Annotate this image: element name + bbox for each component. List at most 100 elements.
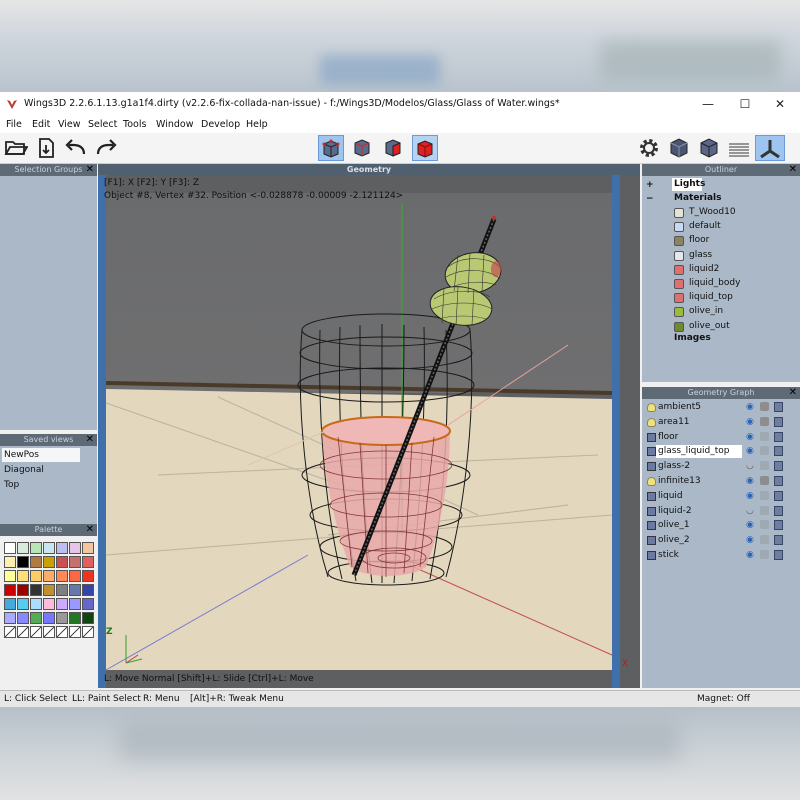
saved-view-item[interactable]: Diagonal <box>4 465 44 475</box>
lock-icon[interactable] <box>760 476 769 485</box>
eye-icon[interactable]: ◉ <box>746 491 754 501</box>
palette-swatch[interactable] <box>69 626 81 638</box>
save-document-icon[interactable] <box>34 136 58 160</box>
palette-swatch[interactable] <box>56 542 68 554</box>
menu-view[interactable]: View <box>58 119 81 130</box>
hidden-eye-icon[interactable]: ◡ <box>746 461 754 471</box>
lock-icon[interactable] <box>760 520 769 530</box>
palette-swatch[interactable] <box>17 570 29 582</box>
wire-cube-icon[interactable] <box>774 520 783 531</box>
wire-cube-icon[interactable] <box>774 402 783 412</box>
palette-swatch[interactable] <box>43 584 55 596</box>
palette-swatch[interactable] <box>56 598 68 610</box>
palette-swatch[interactable] <box>82 542 94 554</box>
palette-swatch[interactable] <box>17 542 29 554</box>
eye-icon[interactable]: ◉ <box>746 535 754 545</box>
palette-swatch[interactable] <box>43 570 55 582</box>
wire-cube-icon[interactable] <box>774 550 783 560</box>
menu-select[interactable]: Select <box>88 119 117 130</box>
material-item[interactable]: T_Wood10 <box>689 207 736 217</box>
palette-swatch[interactable] <box>30 556 42 568</box>
palette-swatch[interactable] <box>17 584 29 596</box>
outliner-materials[interactable]: Materials <box>674 193 721 203</box>
wire-cube-icon[interactable] <box>774 416 783 427</box>
geometry-graph-row[interactable]: glass-2 ◡ <box>642 459 800 474</box>
eye-icon[interactable]: ◉ <box>746 476 754 486</box>
lock-icon[interactable] <box>760 505 769 515</box>
close-icon[interactable]: ✕ <box>789 164 797 176</box>
palette-swatch[interactable] <box>17 556 29 568</box>
menu-tools[interactable]: Tools <box>123 119 146 130</box>
geometry-graph-row[interactable]: ambient5 ◉ <box>642 400 800 415</box>
palette-swatch[interactable] <box>4 542 16 554</box>
geometry-graph-row[interactable]: liquid ◉ <box>642 489 800 504</box>
geometry-graph-row[interactable]: glass_liquid_top ◉ <box>642 444 800 459</box>
palette-swatch[interactable] <box>4 626 16 638</box>
palette-swatch[interactable] <box>82 570 94 582</box>
expand-lights-icon[interactable]: + <box>646 180 654 190</box>
close-icon[interactable]: ✕ <box>86 164 94 176</box>
edge-mode-cube-icon[interactable] <box>350 136 374 160</box>
palette-swatch[interactable] <box>82 556 94 568</box>
wire-cube-icon[interactable] <box>774 505 783 516</box>
palette-swatch[interactable] <box>69 612 81 624</box>
material-item[interactable]: liquid2 <box>689 264 719 274</box>
palette-swatch[interactable] <box>82 584 94 596</box>
lock-icon[interactable] <box>760 402 769 411</box>
palette-swatch[interactable] <box>30 542 42 554</box>
menu-file[interactable]: File <box>6 119 22 130</box>
undo-icon[interactable] <box>64 136 88 160</box>
ground-plane-icon[interactable] <box>727 136 751 160</box>
material-item[interactable]: olive_out <box>689 321 730 331</box>
wire-cube-icon[interactable] <box>774 431 783 442</box>
scene-canvas[interactable] <box>98 175 640 688</box>
palette-swatch[interactable] <box>82 612 94 624</box>
eye-icon[interactable]: ◉ <box>746 432 754 442</box>
geometry-graph-row[interactable]: infinite13 ◉ <box>642 474 800 489</box>
wire-cube-icon[interactable] <box>774 446 783 457</box>
wire-cube-icon[interactable] <box>774 461 783 472</box>
lock-icon[interactable] <box>760 535 769 545</box>
minimize-button[interactable]: — <box>696 96 720 112</box>
wire-cube-icon[interactable] <box>774 476 783 486</box>
palette-swatch[interactable] <box>4 612 16 624</box>
gear-icon[interactable] <box>637 136 661 160</box>
palette-swatch[interactable] <box>56 626 68 638</box>
geometry-graph-row[interactable]: olive_1 ◉ <box>642 518 800 533</box>
redo-icon[interactable] <box>94 136 118 160</box>
lock-icon[interactable] <box>760 490 769 500</box>
palette-swatch[interactable] <box>56 556 68 568</box>
geometry-graph-row[interactable]: floor ◉ <box>642 430 800 445</box>
saved-view-item[interactable]: Top <box>4 480 19 490</box>
menu-develop[interactable]: Develop <box>201 119 240 130</box>
palette-swatch[interactable] <box>56 612 68 624</box>
geometry-graph-row[interactable]: liquid-2 ◡ <box>642 504 800 519</box>
eye-icon[interactable]: ◉ <box>746 446 754 456</box>
palette-swatch[interactable] <box>69 556 81 568</box>
palette-swatch[interactable] <box>4 570 16 582</box>
lock-icon[interactable] <box>760 461 769 471</box>
palette-swatch[interactable] <box>43 612 55 624</box>
wire-cube-icon[interactable] <box>774 490 783 501</box>
geometry-graph-row[interactable]: olive_2 ◉ <box>642 533 800 548</box>
face-mode-cube-icon[interactable] <box>381 136 405 160</box>
palette-swatch[interactable] <box>30 584 42 596</box>
palette-swatch[interactable] <box>17 626 29 638</box>
geometry-viewport[interactable]: [F1]: X [F2]: Y [F3]: Z Object #8, Verte… <box>98 175 640 688</box>
palette-swatch[interactable] <box>4 584 16 596</box>
palette-swatch[interactable] <box>30 626 42 638</box>
palette-swatch[interactable] <box>43 598 55 610</box>
palette-swatch[interactable] <box>43 556 55 568</box>
palette-swatch[interactable] <box>30 598 42 610</box>
palette-swatch[interactable] <box>30 570 42 582</box>
palette-swatch[interactable] <box>69 542 81 554</box>
eye-icon[interactable]: ◉ <box>746 550 754 560</box>
palette-swatch[interactable] <box>69 584 81 596</box>
material-item[interactable]: olive_in <box>689 306 723 316</box>
wireframe-cube-icon[interactable] <box>697 136 721 160</box>
menu-edit[interactable]: Edit <box>32 119 50 130</box>
palette-swatch[interactable] <box>30 612 42 624</box>
menu-help[interactable]: Help <box>246 119 268 130</box>
palette-swatch[interactable] <box>56 570 68 582</box>
lock-icon[interactable] <box>760 446 769 456</box>
